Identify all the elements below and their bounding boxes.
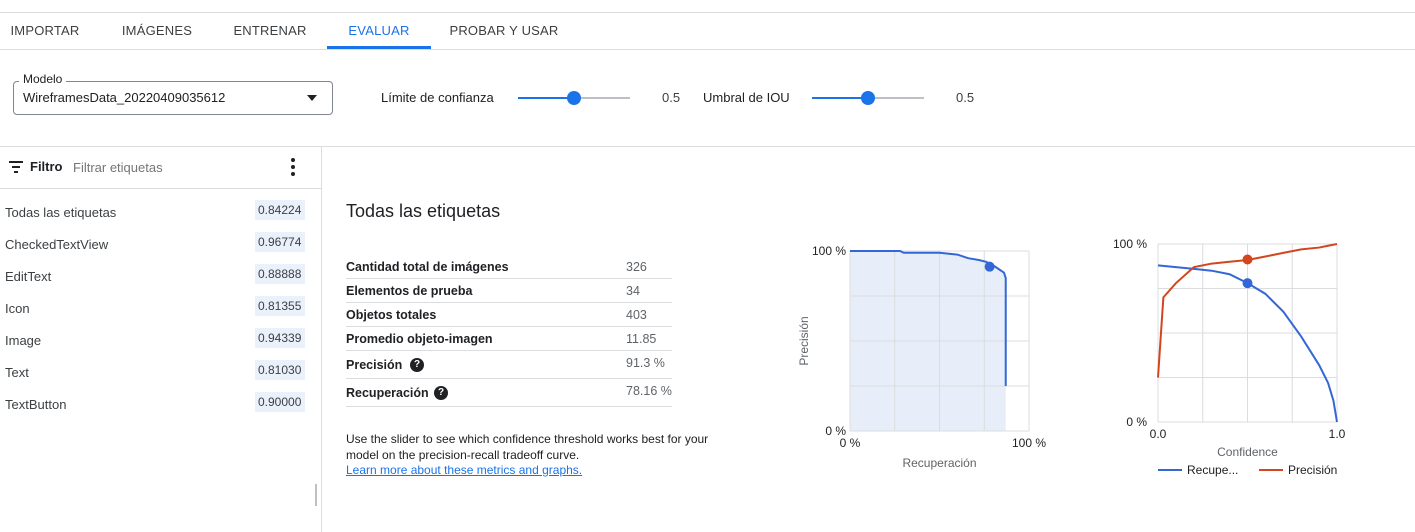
stats-label: Elementos de prueba (346, 284, 473, 298)
precision-recall-chart: 100 %0 %0 % 100 %RecuperaciónPrecisión (797, 244, 1046, 470)
label-name: Image (5, 333, 42, 348)
stats-row: Elementos de prueba 34 (346, 279, 672, 303)
pr-y-axis-label: Precisión (797, 316, 811, 365)
stats-row: Objetos totales 403 (346, 303, 672, 327)
filter-labels-input[interactable] (73, 160, 263, 175)
iou-slider[interactable] (812, 91, 924, 105)
tab-entrenar[interactable]: ENTRENAR (225, 13, 315, 49)
model-select-value: WireframesData_20220409035612 (23, 90, 226, 105)
stats-row-recall: Recuperación ? 78.16 % (346, 379, 672, 407)
label-score: 0.81355 (255, 296, 305, 316)
label-row-text[interactable]: Text 0.81030 (0, 357, 321, 389)
iou-slider-fill (812, 97, 868, 99)
pr-x-tick-label: 0 % (840, 436, 861, 450)
pr-y-tick-label: 100 % (812, 244, 846, 258)
help-icon[interactable]: ? (410, 358, 424, 372)
label-score: 0.81030 (255, 360, 305, 380)
label-name: TextButton (5, 397, 67, 412)
confidence-chart: 100 % 0 %0.0 1.0 Confidence Recupe... Precisi… (1113, 237, 1346, 477)
stats-row-precision: Precisión ? 91.3 % (346, 351, 672, 379)
conf-x-tick-label: 1.0 (1329, 427, 1346, 441)
confidence-value: 0.5 (662, 90, 681, 105)
stats-row: Cantidad total de imágenes 326 (346, 254, 672, 279)
confidence-slider-label: Límite de confianza (381, 90, 494, 105)
active-tab-indicator (327, 46, 431, 49)
confidence-slider-fill (518, 97, 574, 99)
label-row-edittext[interactable]: EditText 0.88888 (0, 261, 321, 293)
stats-value: 91.3 % (626, 356, 665, 370)
tab-imagenes[interactable]: IMÁGENES (113, 13, 201, 49)
more-options-icon[interactable] (290, 158, 296, 176)
pr-threshold-point (984, 261, 995, 272)
label-row-icon[interactable]: Icon 0.81355 (0, 293, 321, 325)
label-score: 0.88888 (255, 264, 305, 284)
filter-icon[interactable] (9, 161, 23, 173)
model-select-label: Modelo (19, 72, 67, 86)
stats-label: Objetos totales (346, 308, 437, 322)
label-score: 0.90000 (255, 392, 305, 412)
label-row-all[interactable]: Todas las etiquetas 0.84224 (0, 197, 321, 229)
label-row-image[interactable]: Image 0.94339 (0, 325, 321, 357)
conf-y-tick-label: 0 % (1126, 415, 1147, 429)
header-divider (0, 146, 1415, 147)
label-row-checkedtextview[interactable]: CheckedTextView 0.96774 (0, 229, 321, 261)
iou-slider-thumb[interactable] (861, 91, 875, 105)
legend-precision-label: Precisión (1288, 463, 1337, 477)
conf-y-tick-label: 100 % (1113, 237, 1147, 251)
pr-x-axis-label: Recuperación (902, 456, 976, 470)
sidebar-scrollbar[interactable] (315, 484, 317, 506)
label-name: Text (5, 365, 29, 380)
description-text: Use the slider to see which confidence t… (346, 432, 709, 462)
recall-threshold-point (1242, 278, 1253, 289)
conf-x-tick-label: 0.0 (1150, 427, 1167, 441)
help-icon[interactable]: ? (434, 386, 448, 400)
sidebar-divider (321, 147, 322, 532)
precision-threshold-point (1242, 254, 1253, 265)
stats-value: 78.16 % (626, 384, 672, 398)
page-title: Todas las etiquetas (346, 201, 501, 221)
stats-label: Precisión (346, 358, 403, 372)
label-row-textbutton[interactable]: TextButton 0.90000 (0, 389, 321, 421)
stats-value: 34 (626, 284, 640, 298)
iou-slider-label: Umbral de IOU (703, 90, 790, 105)
iou-value: 0.5 (956, 90, 975, 105)
learn-more-link[interactable]: Learn more about these metrics and graph… (346, 463, 582, 477)
dropdown-caret-icon[interactable] (307, 95, 317, 101)
tab-importar[interactable]: IMPORTAR (0, 13, 90, 49)
stats-row: Promedio objeto-imagen 11.85 (346, 327, 672, 351)
pr-x-tick-label: 100 % (1012, 436, 1046, 450)
label-score: 0.96774 (255, 232, 305, 252)
label-name: Icon (5, 301, 30, 316)
tab-bar: IMPORTAR IMÁGENES ENTRENAR EVALUAR PROBA… (0, 13, 1415, 50)
label-name: CheckedTextView (5, 237, 109, 252)
filter-divider (0, 188, 321, 189)
legend-recall-label: Recupe... (1187, 463, 1238, 477)
label-score: 0.84224 (255, 200, 305, 220)
stats-value: 11.85 (626, 332, 657, 346)
filter-title[interactable]: Filtro (30, 159, 63, 174)
label-score: 0.94339 (255, 328, 305, 348)
tab-probar-y-usar[interactable]: PROBAR Y USAR (443, 13, 565, 49)
label-name: Todas las etiquetas (5, 205, 117, 220)
label-name: EditText (5, 269, 52, 284)
stats-label: Promedio objeto-imagen (346, 332, 493, 346)
tab-evaluar[interactable]: EVALUAR (327, 13, 431, 49)
stats-value: 326 (626, 260, 647, 274)
stats-value: 403 (626, 308, 647, 322)
confidence-slider[interactable] (518, 91, 630, 105)
stats-label: Recuperación (346, 386, 429, 400)
confidence-slider-thumb[interactable] (567, 91, 581, 105)
conf-x-axis-label: Confidence (1217, 445, 1278, 459)
stats-label: Cantidad total de imágenes (346, 260, 509, 274)
